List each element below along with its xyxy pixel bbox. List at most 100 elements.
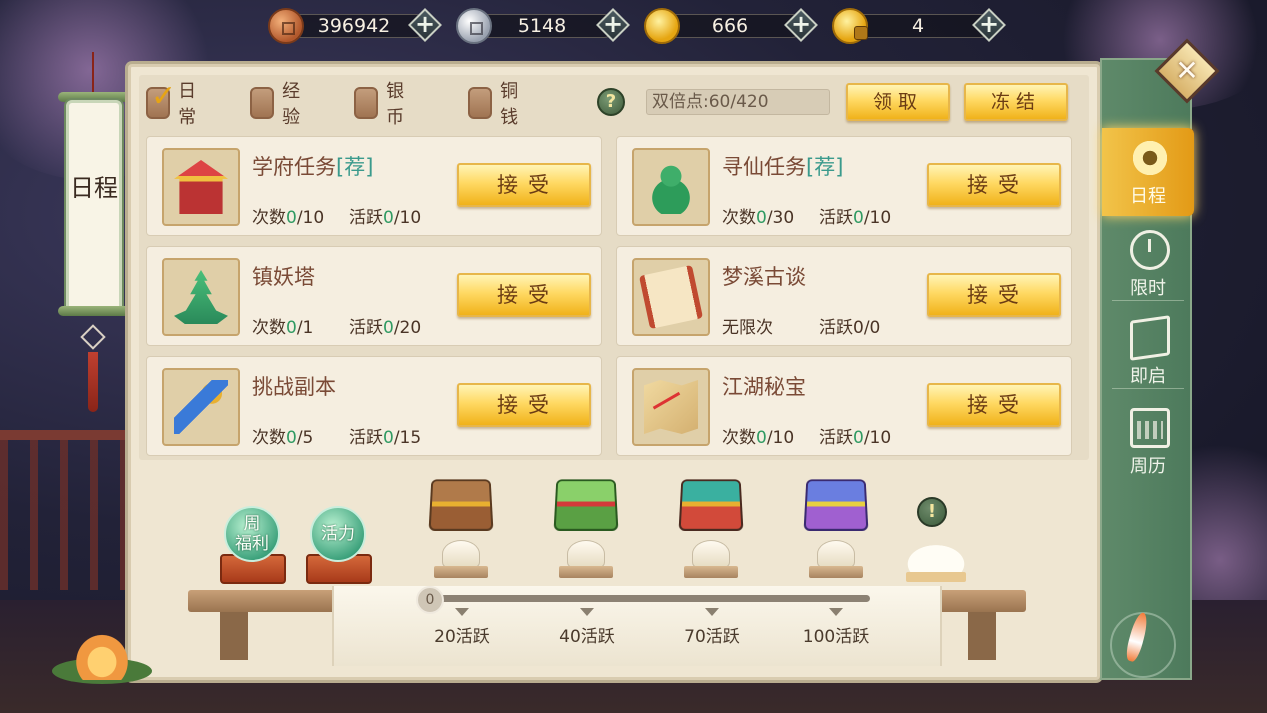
count-done: 0 <box>286 208 297 228</box>
activity-label: 活跃 <box>349 318 383 338</box>
treasure-map-icon <box>644 380 698 434</box>
task-count: 次数0/10 <box>722 423 794 448</box>
milestone-marker <box>829 608 843 616</box>
activity-total: /20 <box>393 318 422 338</box>
accept-button[interactable]: 接受 <box>457 163 591 207</box>
count-done: 0 <box>756 428 767 448</box>
currency-bound-gold: 4 + <box>832 6 1006 44</box>
task-icon-frame <box>632 148 710 226</box>
filter-copper[interactable]: 铜钱 <box>468 81 526 128</box>
tab-limited-time[interactable]: 限时 <box>1102 220 1194 308</box>
count-label: 次数 <box>252 428 286 448</box>
milestone-marker <box>455 608 469 616</box>
task-count: 次数0/1 <box>252 313 313 338</box>
plus-icon: + <box>978 10 1000 38</box>
filter-label: 银币 <box>386 81 405 128</box>
tab-label: 周历 <box>1130 456 1166 477</box>
checkbox[interactable] <box>250 87 275 119</box>
scroll-rod-bottom <box>58 306 130 316</box>
weekly-welfare-line2: 福利 <box>235 534 269 554</box>
activity-done: 0 <box>383 428 394 448</box>
count-label: 无限次 <box>722 318 773 338</box>
count-total: /5 <box>296 428 314 448</box>
add-gold-button[interactable]: + <box>784 8 818 42</box>
add-bound-gold-button[interactable]: + <box>972 8 1006 42</box>
milestone-label: 70活跃 <box>684 627 740 647</box>
milestone-label: 100活跃 <box>802 627 870 647</box>
filter-daily[interactable]: ✓ 日常 <box>146 79 204 128</box>
filter-silver[interactable]: 银币 <box>354 81 412 128</box>
tab-label: 限时 <box>1130 278 1166 299</box>
background-fence-rail <box>0 430 140 440</box>
accept-button[interactable]: 接受 <box>927 273 1061 317</box>
plus-icon: + <box>602 10 624 38</box>
activity-label: 活跃 <box>819 428 853 448</box>
reward-chest-1[interactable] <box>428 479 494 531</box>
count-total: /10 <box>296 208 325 228</box>
plus-icon: + <box>414 10 436 38</box>
freeze-button[interactable]: 冻结 <box>964 83 1068 121</box>
tab-upcoming[interactable]: 即启 <box>1102 308 1194 396</box>
task-icon-frame <box>632 368 710 446</box>
help-icon[interactable]: ? <box>597 88 625 116</box>
task-count: 次数0/10 <box>252 203 324 228</box>
energy-button[interactable]: 活力 <box>310 506 366 562</box>
alert-icon[interactable]: ! <box>917 497 947 527</box>
book-icon <box>1130 315 1170 361</box>
claim-button[interactable]: 领取 <box>846 83 950 121</box>
checkbox[interactable]: ✓ <box>146 79 176 119</box>
table-leg <box>968 612 996 660</box>
scroll-string <box>92 52 94 94</box>
currency-bar: 396942 + 5148 + 666 + 4 + <box>268 6 1006 46</box>
task-name-text: 梦溪古谈 <box>722 265 806 289</box>
accept-button[interactable]: 接受 <box>927 163 1061 207</box>
task-icon-frame <box>162 258 240 336</box>
milestone-label: 40活跃 <box>559 627 615 647</box>
task-name: 学府任务[荐] <box>252 151 373 181</box>
weekly-welfare-button[interactable]: 周 福利 <box>224 506 280 562</box>
pedestal-base <box>809 566 863 578</box>
task-card: 梦溪古谈 无限次 活跃0/0 接受 <box>616 246 1072 346</box>
checkbox[interactable] <box>468 87 493 119</box>
count-label: 次数 <box>722 428 756 448</box>
tab-schedule[interactable]: 日程 <box>1102 128 1194 216</box>
reward-chest-3[interactable] <box>678 479 744 531</box>
activity-label: 活跃 <box>349 428 383 448</box>
add-silver-button[interactable]: + <box>596 8 630 42</box>
count-total: /30 <box>766 208 795 228</box>
count-label: 次数 <box>252 318 286 338</box>
table-leg <box>220 612 248 660</box>
count-done: 0 <box>756 208 767 228</box>
pagoda-icon <box>174 270 228 324</box>
reward-chest-2[interactable] <box>553 479 619 531</box>
task-activity: 活跃0/0 <box>819 313 880 338</box>
task-name-text: 挑战副本 <box>252 375 336 399</box>
filter-label: 铜钱 <box>500 81 519 128</box>
double-points-display: 双倍点:60/420 <box>646 89 830 115</box>
currency-gold: 666 + <box>644 6 818 44</box>
filter-exp[interactable]: 经验 <box>250 81 308 128</box>
task-icon-frame <box>632 258 710 336</box>
copper-coin-icon <box>268 8 304 44</box>
accept-button[interactable]: 接受 <box>457 273 591 317</box>
chest-pedestal <box>442 540 480 568</box>
schedule-icon <box>1130 138 1170 178</box>
plus-icon: + <box>790 10 812 38</box>
checkbox[interactable] <box>354 87 379 119</box>
gold-ingot-icon <box>644 8 680 44</box>
progress-current-value: 0 <box>416 586 444 614</box>
add-copper-button[interactable]: + <box>408 8 442 42</box>
weekly-welfare-line1: 周 <box>243 514 261 534</box>
tab-weekly-calendar[interactable]: 周历 <box>1102 398 1194 486</box>
tab-label: 日程 <box>1130 186 1166 207</box>
count-label: 次数 <box>722 208 756 228</box>
task-icon-frame <box>162 148 240 226</box>
milestone-marker <box>580 608 594 616</box>
task-name-text: 寻仙任务 <box>722 155 806 179</box>
close-icon[interactable]: ✕ <box>1164 48 1210 94</box>
reward-chest-4[interactable] <box>803 479 869 531</box>
accept-button[interactable]: 接受 <box>927 383 1061 427</box>
currency-value: 4 <box>911 15 925 37</box>
accept-button[interactable]: 接受 <box>457 383 591 427</box>
activity-done: 0 <box>853 208 864 228</box>
